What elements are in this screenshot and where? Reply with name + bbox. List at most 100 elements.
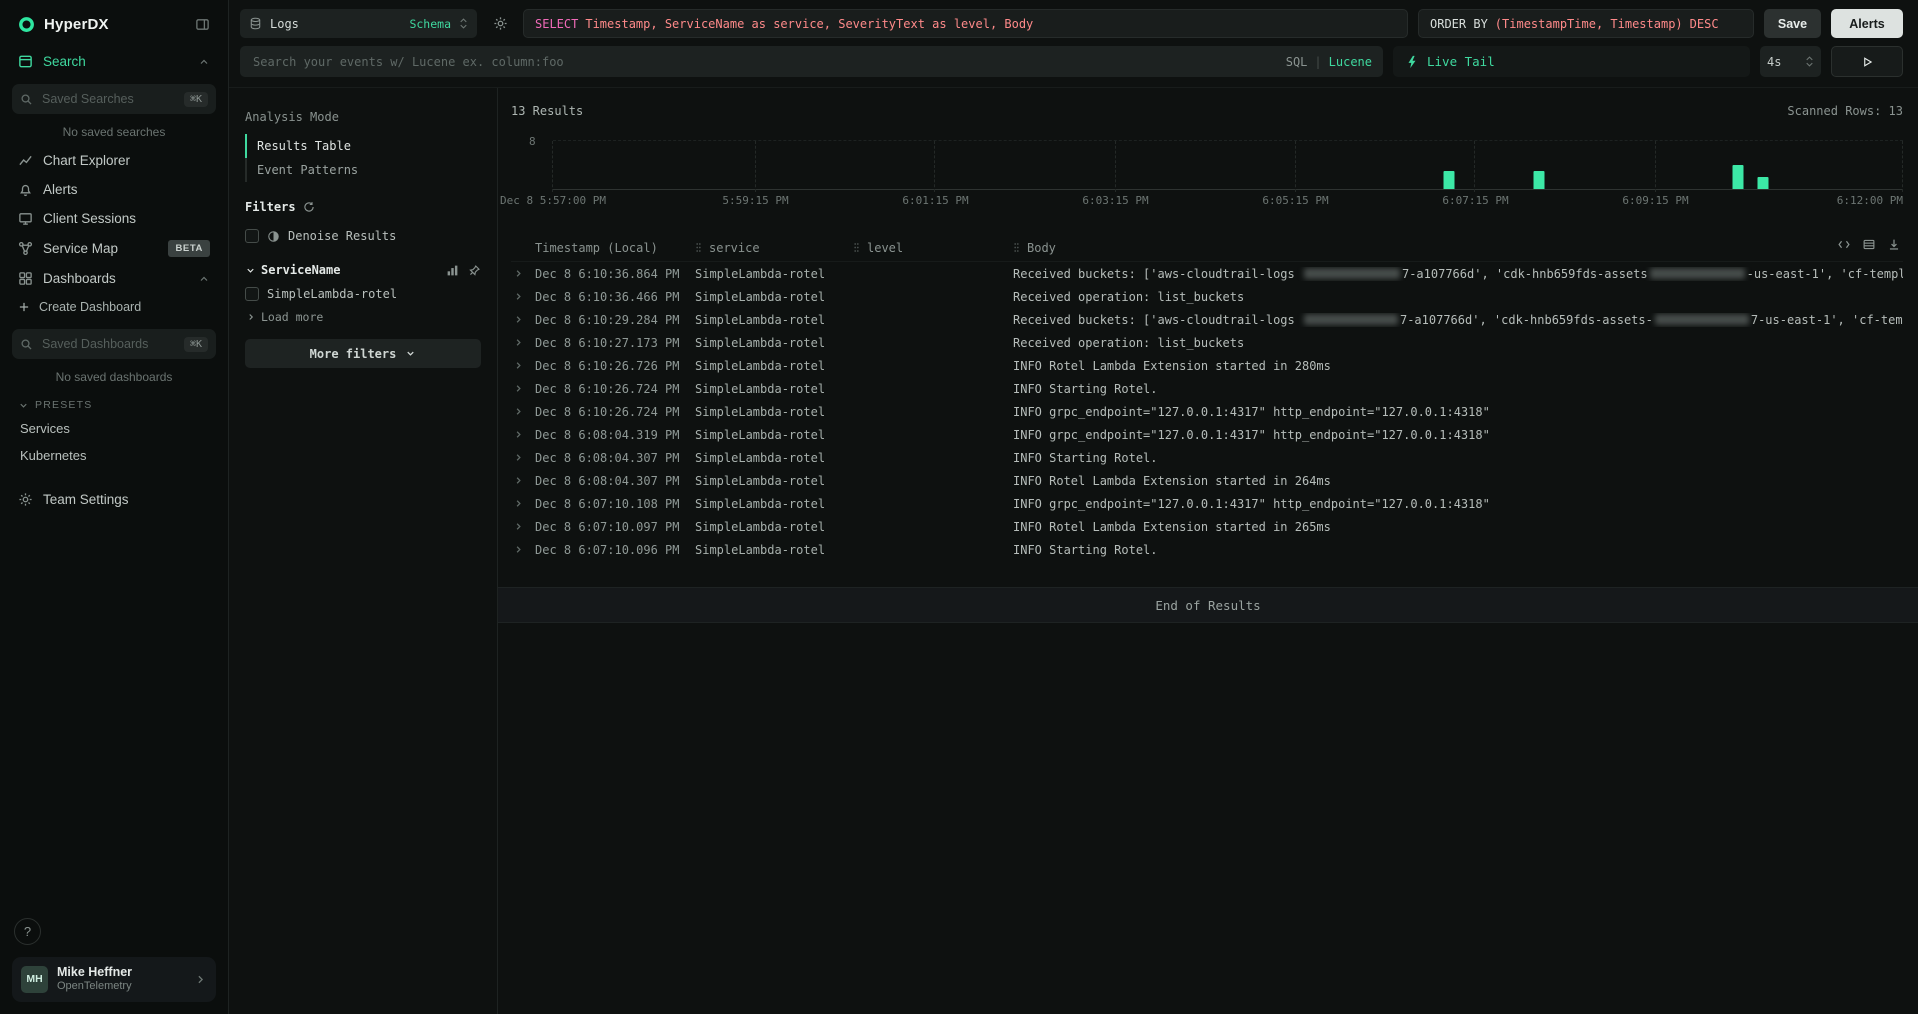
table-row[interactable]: Dec 8 6:08:04.307 PMSimpleLambda-rotelIN…: [511, 469, 1903, 492]
live-tail-button[interactable]: Live Tail: [1393, 46, 1750, 77]
load-more-button[interactable]: Load more: [245, 305, 481, 324]
row-expand-icon[interactable]: [511, 268, 535, 279]
table-row[interactable]: Dec 8 6:08:04.307 PMSimpleLambda-rotelIN…: [511, 446, 1903, 469]
chart-gridline: [1295, 141, 1296, 192]
lucene-toggle[interactable]: Lucene: [1329, 55, 1372, 69]
facet-value-checkbox[interactable]: [245, 287, 259, 301]
saved-searches-input[interactable]: [40, 91, 177, 107]
column-header-body[interactable]: Body: [1013, 241, 1903, 255]
row-body: INFO grpc_endpoint="127.0.0.1:4317" http…: [1013, 428, 1903, 442]
drag-handle-icon[interactable]: [695, 241, 702, 254]
event-search-input[interactable]: [251, 54, 1278, 70]
sidebar-item-team-settings[interactable]: Team Settings: [12, 485, 216, 514]
sidebar-item-chart-explorer[interactable]: Chart Explorer: [12, 146, 216, 175]
half-circle-icon: [267, 230, 280, 243]
sidebar-item-label: Team Settings: [43, 492, 129, 507]
table-view-icon[interactable]: [1862, 238, 1876, 251]
download-icon[interactable]: [1887, 238, 1901, 251]
row-expand-icon[interactable]: [511, 406, 535, 417]
create-dashboard-button[interactable]: Create Dashboard: [12, 293, 216, 321]
sidebar-item-alerts[interactable]: Alerts: [12, 175, 216, 204]
sidebar-item-dashboards[interactable]: Dashboards: [12, 264, 216, 293]
alerts-button[interactable]: Alerts: [1831, 9, 1903, 38]
table-row[interactable]: Dec 8 6:10:36.864 PMSimpleLambda-rotelRe…: [511, 262, 1903, 285]
table-row[interactable]: Dec 8 6:10:26.724 PMSimpleLambda-rotelIN…: [511, 400, 1903, 423]
saved-dashboards-search[interactable]: ⌘K: [12, 329, 216, 359]
sidebar-item-client-sessions[interactable]: Client Sessions: [12, 204, 216, 233]
query-settings-gear-icon[interactable]: [487, 9, 513, 38]
filter-panel: Analysis Mode Results Table Event Patter…: [229, 88, 498, 1014]
presets-header[interactable]: PRESETS: [12, 391, 216, 415]
run-query-button[interactable]: [1831, 46, 1903, 77]
no-saved-searches-note: No saved searches: [12, 125, 216, 139]
sidebar-collapse-icon[interactable]: [195, 17, 210, 32]
row-expand-icon[interactable]: [511, 544, 535, 555]
preset-item-services[interactable]: Services: [12, 415, 216, 442]
facet-chart-icon[interactable]: [446, 264, 459, 277]
row-expand-icon[interactable]: [511, 383, 535, 394]
saved-dashboards-input[interactable]: [40, 336, 177, 352]
table-row[interactable]: Dec 8 6:10:26.726 PMSimpleLambda-rotelIN…: [511, 354, 1903, 377]
row-expand-icon[interactable]: [511, 429, 535, 440]
redacted-text: [1304, 268, 1400, 279]
sidebar-item-search[interactable]: Search: [12, 47, 216, 76]
mode-results-table[interactable]: Results Table: [245, 134, 481, 158]
drag-handle-icon[interactable]: [1013, 241, 1020, 254]
save-button[interactable]: Save: [1764, 9, 1821, 38]
gear-icon: [18, 492, 33, 507]
drag-handle-icon[interactable]: [853, 241, 860, 254]
refresh-interval-select[interactable]: 4s: [1760, 46, 1821, 77]
chevron-up-icon[interactable]: [198, 56, 210, 68]
row-timestamp: Dec 8 6:08:04.307 PM: [535, 451, 695, 465]
denoise-filter[interactable]: Denoise Results: [245, 225, 481, 247]
row-expand-icon[interactable]: [511, 314, 535, 325]
pin-icon[interactable]: [468, 264, 481, 277]
chart-bar[interactable]: [1757, 177, 1768, 189]
select-query-input[interactable]: SELECT Timestamp, ServiceName as service…: [523, 9, 1408, 38]
stepper-chevrons-icon[interactable]: [1805, 56, 1814, 67]
row-timestamp: Dec 8 6:10:36.864 PM: [535, 267, 695, 281]
table-row[interactable]: Dec 8 6:07:10.096 PMSimpleLambda-rotelIN…: [511, 538, 1903, 561]
sidebar-item-service-map[interactable]: Service Map BETA: [12, 233, 216, 264]
source-select[interactable]: Logs Schema: [240, 9, 477, 38]
table-row[interactable]: Dec 8 6:07:10.097 PMSimpleLambda-rotelIN…: [511, 515, 1903, 538]
row-expand-icon[interactable]: [511, 475, 535, 486]
more-filters-button[interactable]: More filters: [245, 339, 481, 368]
table-row[interactable]: Dec 8 6:10:36.466 PMSimpleLambda-rotelRe…: [511, 285, 1903, 308]
row-expand-icon[interactable]: [511, 360, 535, 371]
order-by-input[interactable]: ORDER BY (TimestampTime, Timestamp) DESC: [1418, 9, 1754, 38]
table-row[interactable]: Dec 8 6:08:04.319 PMSimpleLambda-rotelIN…: [511, 423, 1903, 446]
facet-value-row[interactable]: SimpleLambda-rotel: [245, 283, 481, 305]
column-header-service[interactable]: service: [695, 241, 853, 255]
code-view-icon[interactable]: [1837, 238, 1851, 251]
chevron-up-icon[interactable]: [198, 273, 210, 285]
column-header-timestamp[interactable]: Timestamp (Local): [535, 241, 695, 255]
chart-x-tick-label: 6:07:15 PM: [1442, 194, 1508, 207]
mode-event-patterns[interactable]: Event Patterns: [245, 158, 481, 182]
row-expand-icon[interactable]: [511, 337, 535, 348]
table-row[interactable]: Dec 8 6:07:10.108 PMSimpleLambda-rotelIN…: [511, 492, 1903, 515]
help-button[interactable]: ?: [14, 918, 41, 945]
table-row[interactable]: Dec 8 6:10:26.724 PMSimpleLambda-rotelIN…: [511, 377, 1903, 400]
row-expand-icon[interactable]: [511, 521, 535, 532]
chart-bar[interactable]: [1733, 165, 1744, 189]
play-icon: [1861, 56, 1873, 68]
saved-searches-search[interactable]: ⌘K: [12, 84, 216, 114]
table-row[interactable]: Dec 8 6:10:29.284 PMSimpleLambda-rotelRe…: [511, 308, 1903, 331]
chart-x-tick-label: 6:01:15 PM: [902, 194, 968, 207]
row-timestamp: Dec 8 6:08:04.307 PM: [535, 474, 695, 488]
chart-bar[interactable]: [1533, 171, 1544, 189]
row-expand-icon[interactable]: [511, 291, 535, 302]
row-expand-icon[interactable]: [511, 452, 535, 463]
row-expand-icon[interactable]: [511, 498, 535, 509]
preset-item-kubernetes[interactable]: Kubernetes: [12, 442, 216, 469]
facet-servicename-header[interactable]: ServiceName: [245, 263, 481, 277]
select-chevrons-icon: [459, 18, 468, 29]
table-row[interactable]: Dec 8 6:10:27.173 PMSimpleLambda-rotelRe…: [511, 331, 1903, 354]
chart-bar[interactable]: [1444, 171, 1455, 189]
denoise-checkbox[interactable]: [245, 229, 259, 243]
sql-toggle[interactable]: SQL: [1286, 55, 1308, 69]
user-menu[interactable]: MH Mike Heffner OpenTelemetry: [12, 957, 216, 1002]
column-header-level[interactable]: level: [853, 241, 1013, 255]
refresh-icon[interactable]: [303, 201, 315, 213]
